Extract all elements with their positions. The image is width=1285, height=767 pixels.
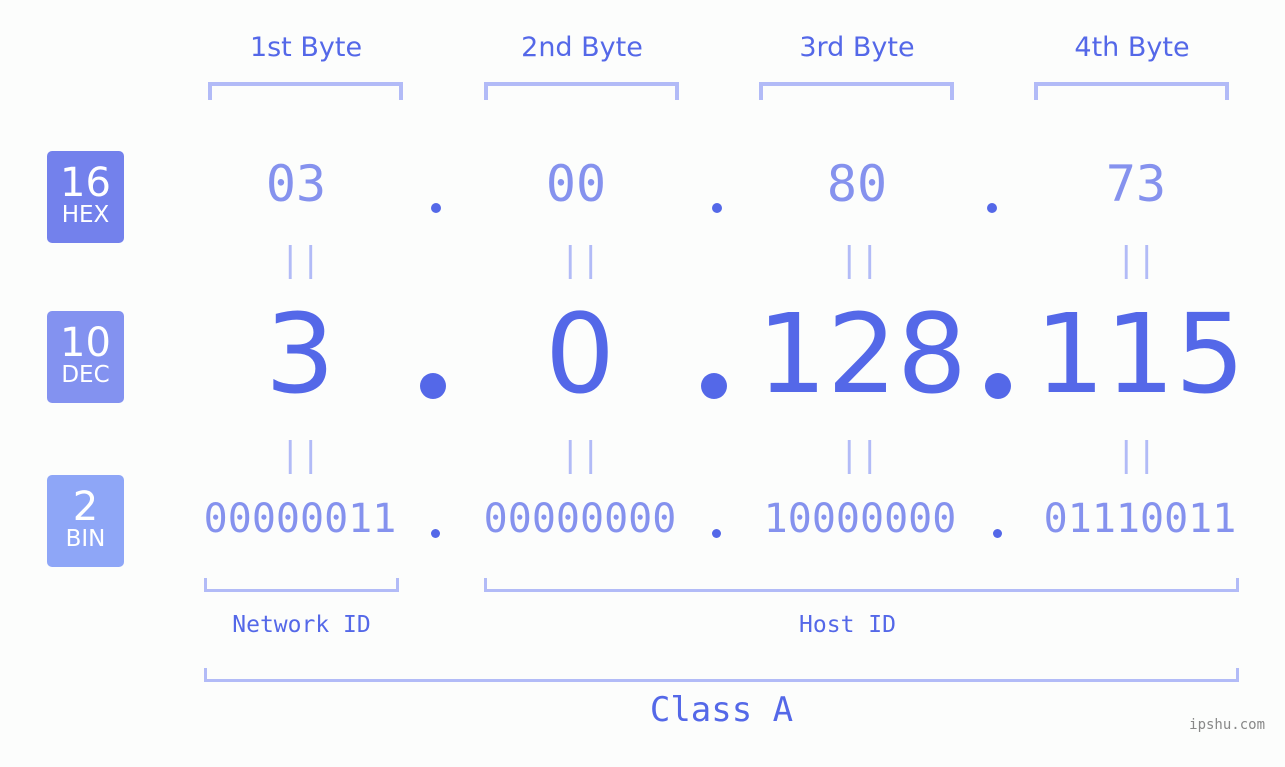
equals-icon: || bbox=[560, 435, 601, 475]
equals-icon: || bbox=[1116, 435, 1157, 475]
dec-value-4: 115 bbox=[1035, 290, 1245, 418]
dec-value-2: 0 bbox=[545, 290, 615, 418]
equals-icon: || bbox=[280, 240, 321, 280]
bin-value-4: 01110011 bbox=[1043, 496, 1237, 542]
equals-icon: || bbox=[1116, 240, 1157, 280]
hex-badge: 16 HEX bbox=[47, 151, 124, 243]
dec-badge: 10 DEC bbox=[47, 311, 124, 403]
bin-value-1: 00000011 bbox=[203, 496, 397, 542]
host-id-label: Host ID bbox=[799, 612, 896, 638]
watermark: ipshu.com bbox=[1189, 717, 1265, 733]
network-id-label: Network ID bbox=[232, 612, 371, 638]
hex-value-3: 80 bbox=[826, 155, 888, 213]
byte-bracket-2 bbox=[484, 82, 679, 100]
equals-icon: || bbox=[839, 240, 880, 280]
dec-separator-dot bbox=[701, 373, 727, 399]
hex-separator-dot bbox=[431, 203, 441, 213]
class-label: Class A bbox=[649, 690, 794, 730]
hex-value-1: 03 bbox=[265, 155, 327, 213]
hex-badge-label: HEX bbox=[61, 202, 110, 228]
dec-badge-base: 10 bbox=[60, 320, 111, 366]
byte-header-4: 4th Byte bbox=[1074, 32, 1190, 63]
byte-bracket-4 bbox=[1034, 82, 1229, 100]
bin-badge-label: BIN bbox=[65, 526, 106, 552]
bin-separator-dot bbox=[712, 529, 721, 538]
equals-icon: || bbox=[560, 240, 601, 280]
bin-value-2: 00000000 bbox=[483, 496, 677, 542]
byte-header-1: 1st Byte bbox=[249, 32, 363, 63]
dec-separator-dot bbox=[985, 373, 1011, 399]
host-id-bracket bbox=[484, 578, 1239, 592]
dec-separator-dot bbox=[420, 373, 446, 399]
hex-value-2: 00 bbox=[545, 155, 607, 213]
byte-bracket-3 bbox=[759, 82, 954, 100]
hex-separator-dot bbox=[987, 203, 997, 213]
equals-icon: || bbox=[280, 435, 321, 475]
bin-value-3: 10000000 bbox=[763, 496, 957, 542]
dec-value-1: 3 bbox=[265, 290, 335, 418]
hex-separator-dot bbox=[712, 203, 722, 213]
hex-value-4: 73 bbox=[1105, 155, 1167, 213]
bin-separator-dot bbox=[993, 529, 1002, 538]
equals-icon: || bbox=[839, 435, 880, 475]
class-bracket bbox=[204, 668, 1239, 682]
hex-badge-base: 16 bbox=[60, 160, 111, 206]
dec-value-3: 128 bbox=[757, 290, 967, 418]
byte-header-2: 2nd Byte bbox=[521, 32, 643, 63]
byte-bracket-1 bbox=[208, 82, 403, 100]
network-id-bracket bbox=[204, 578, 399, 592]
dec-badge-label: DEC bbox=[61, 362, 110, 388]
bin-badge-base: 2 bbox=[72, 484, 99, 530]
bin-badge: 2 BIN bbox=[47, 475, 124, 567]
bin-separator-dot bbox=[431, 529, 440, 538]
byte-header-3: 3rd Byte bbox=[799, 32, 915, 63]
